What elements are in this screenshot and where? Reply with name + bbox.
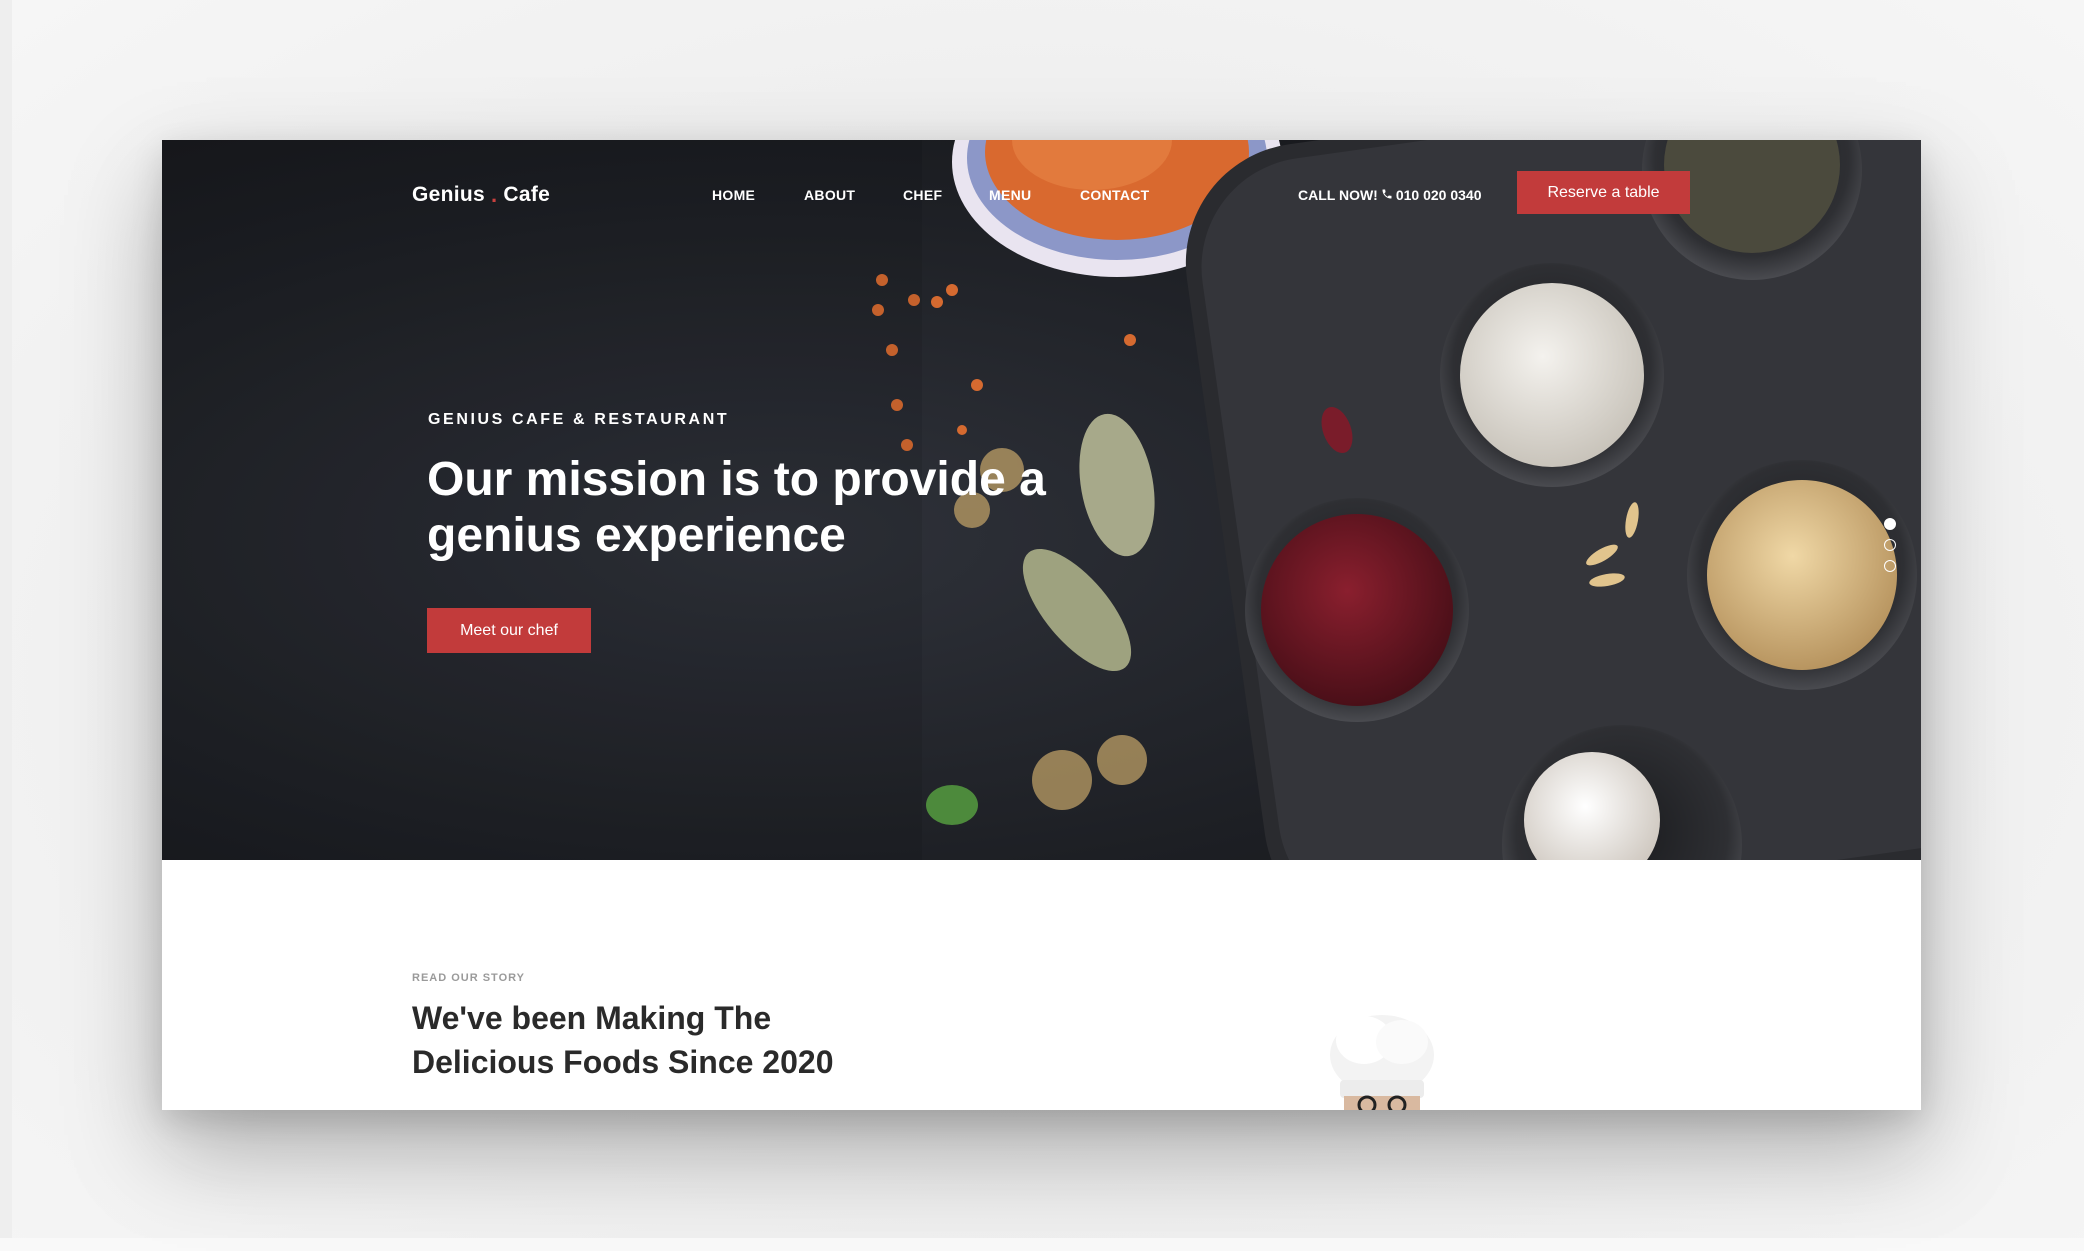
phone-number: 010 020 0340 [1395,187,1482,203]
call-now-label: CALL NOW! [1298,187,1378,203]
meet-our-chef-button[interactable]: Meet our chef [427,608,591,653]
story-title-line1: We've been Making The [412,1000,772,1036]
story-eyebrow: READ OUR STORY [412,972,526,984]
nav-chef[interactable]: CHEF [903,187,989,203]
website-preview: Genius . Cafe HOME ABOUT CHEF MENU CONTA… [162,140,1921,1110]
logo-text-genius: Genius [412,183,485,206]
slide-dot-2[interactable] [1884,539,1896,551]
chef-image [1330,1015,1434,1110]
phone-icon [1381,187,1393,203]
slider-pagination [1884,518,1896,572]
nav-contact[interactable]: CONTACT [1080,187,1180,203]
site-logo[interactable]: Genius . Cafe [412,182,550,208]
hero-title-line2: genius experience [427,509,846,562]
hero-section: Genius . Cafe HOME ABOUT CHEF MENU CONTA… [162,140,1921,860]
hero-title-line1: Our mission is to provide a [427,453,1046,506]
nav-menu[interactable]: MENU [989,187,1080,203]
slide-dot-3[interactable] [1884,560,1896,572]
reserve-table-button[interactable]: Reserve a table [1517,171,1690,214]
story-title-line2: Delicious Foods Since 2020 [412,1044,834,1080]
main-navigation: HOME ABOUT CHEF MENU CONTACT [712,187,1180,203]
hero-title: Our mission is to provide a genius exper… [427,452,1127,564]
logo-dot: . [490,182,498,207]
hero-eyebrow: GENIUS CAFE & RESTAURANT [428,411,730,428]
logo-text-cafe: Cafe [503,183,551,206]
bottom-strip [0,1238,2084,1251]
call-now[interactable]: CALL NOW! 010 020 0340 [1298,187,1481,203]
slide-dot-1[interactable] [1884,518,1896,530]
story-title: We've been Making The Delicious Foods Si… [412,996,972,1084]
nav-home[interactable]: HOME [712,187,804,203]
nav-about[interactable]: ABOUT [804,187,903,203]
